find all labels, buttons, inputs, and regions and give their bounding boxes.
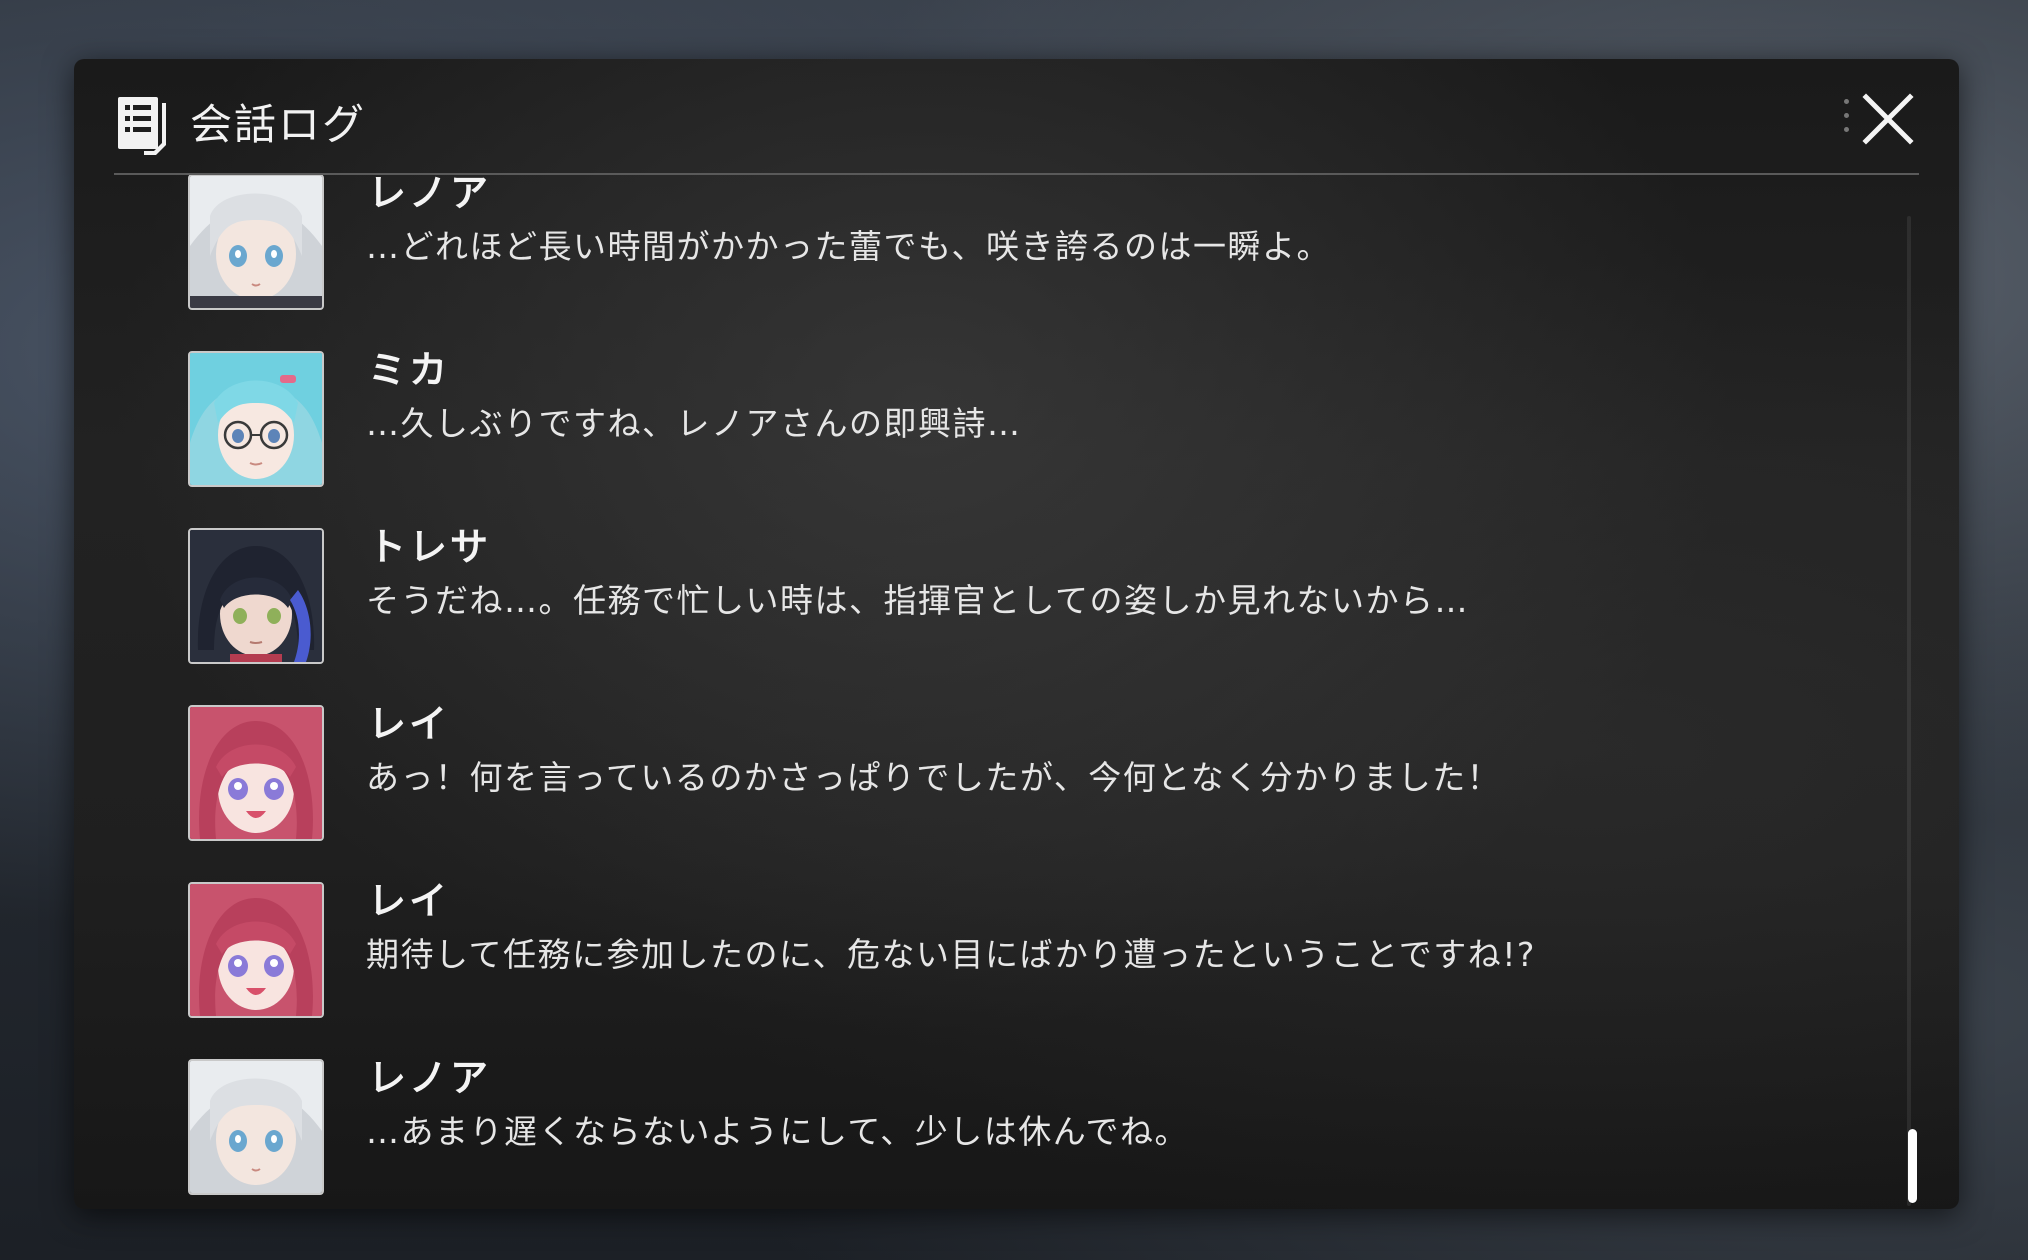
log-entry: レノア …あまり遅くならないようにして、少しは休んでね。 <box>124 1052 1884 1208</box>
dialogue-text: そうだね…。任務で忙しい時は、指揮官としての姿しか見れないから… <box>366 581 1470 620</box>
log-entry: レノア …どれほど長い時間がかかった蕾でも、咲き誇るのは一瞬よ。 <box>124 175 1884 344</box>
log-entry: レイ あっ！何を言っているのかさっぱりでしたが、今何となく分かりました！ <box>124 698 1884 875</box>
speaker-name: レノア <box>368 175 492 215</box>
log-entry: トレサ そうだね…。任務で忙しい時は、指揮官としての姿しか見れないから… <box>124 521 1884 698</box>
speaker-name: ミカ <box>368 348 451 392</box>
close-button[interactable] <box>1844 89 1916 157</box>
dialogue-text: 期待して任務に参加したのに、危ない目にばかり遭ったということですね!? <box>366 935 1536 974</box>
log-entry: ミカ …久しぶりですね、レノアさんの即興詩… <box>124 344 1884 521</box>
log-icon <box>118 97 170 155</box>
log-list: レノア …どれほど長い時間がかかった蕾でも、咲き誇るのは一瞬よ。 ミカ …久しぶ… <box>124 175 1884 1208</box>
avatar-rei <box>188 882 324 1018</box>
window-title: 会話ログ <box>190 100 367 149</box>
avatar-mika <box>188 351 324 487</box>
avatar-tresa <box>188 528 324 664</box>
dialogue-text: …あまり遅くならないようにして、少しは休んでね。 <box>366 1112 1190 1151</box>
grip-dots-icon <box>1844 99 1850 143</box>
avatar-lenore <box>188 1059 324 1195</box>
log-scroll-area[interactable]: レノア …どれほど長い時間がかかった蕾でも、咲き誇るのは一瞬よ。 ミカ …久しぶ… <box>124 175 1884 1208</box>
dialogue-text: …どれほど長い時間がかかった蕾でも、咲き誇るのは一瞬よ。 <box>366 227 1332 266</box>
speaker-name: レイ <box>368 879 451 923</box>
dialogue-text: …久しぶりですね、レノアさんの即興詩… <box>366 404 1022 443</box>
speaker-name: レノア <box>368 1056 492 1100</box>
conversation-log-panel: 会話ログ レノア …どれほど長い時間がかかった蕾でも、咲き誇るのは一瞬よ。 ミカ… <box>74 59 1959 1209</box>
close-icon <box>1862 93 1914 145</box>
avatar-lenore <box>188 175 324 310</box>
scrollbar-thumb[interactable] <box>1908 1129 1917 1203</box>
log-entry: レイ 期待して任務に参加したのに、危ない目にばかり遭ったということですね!? <box>124 875 1884 1052</box>
speaker-name: レイ <box>368 702 451 746</box>
dialogue-text: あっ！何を言っているのかさっぱりでしたが、今何となく分かりました！ <box>366 758 1502 797</box>
header-divider <box>114 95 1919 175</box>
speaker-name: トレサ <box>368 525 492 569</box>
avatar-rei <box>188 705 324 841</box>
scrollbar-track[interactable] <box>1907 216 1911 1206</box>
